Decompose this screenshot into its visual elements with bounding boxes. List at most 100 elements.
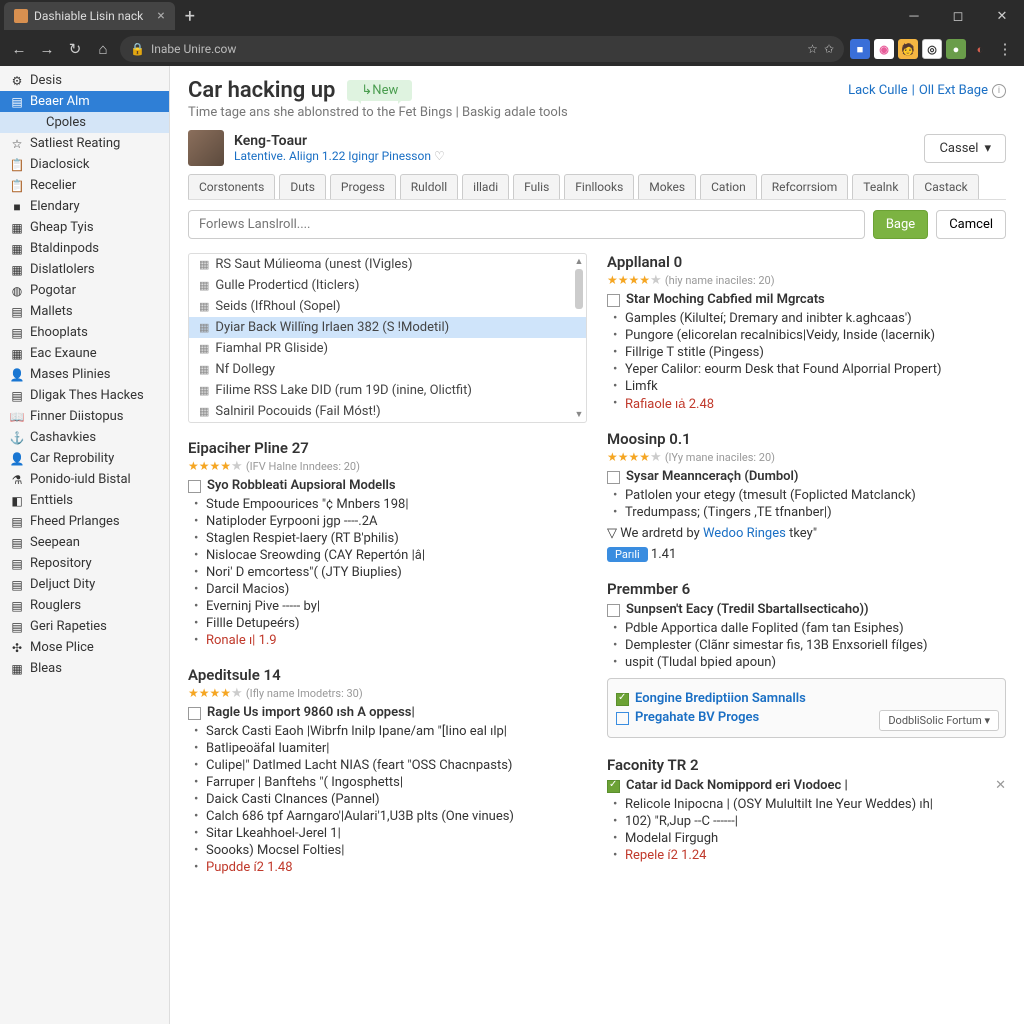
url-bar[interactable]: 🔒 Inabe Unire.cow ☆ ✩ xyxy=(120,36,844,62)
sidebar-item[interactable]: ⚓Cashavkies xyxy=(0,427,169,448)
back-button[interactable]: ← xyxy=(8,40,30,58)
scrollbar[interactable]: ▲ ▼ xyxy=(574,256,584,420)
bookmark-folder-icon[interactable]: ✩ xyxy=(824,42,834,56)
file-item[interactable]: ▦Filime RSS Lake DID (rum 19D (inine, Ol… xyxy=(189,380,586,401)
content-tab[interactable]: Castack xyxy=(913,174,978,199)
sidebar-item[interactable]: ▦Dislatlolers xyxy=(0,259,169,280)
check-row[interactable]: Syo Robbleati Aupsioral Modells xyxy=(188,478,587,493)
content-tab[interactable]: Progess xyxy=(330,174,396,199)
cancel-button[interactable]: Camcel xyxy=(936,210,1006,239)
avatar[interactable] xyxy=(188,130,224,166)
file-item[interactable]: ▦Fiamhal PR Gliside) xyxy=(189,338,586,359)
content-tab[interactable]: Cation xyxy=(700,174,757,199)
file-item[interactable]: ▦Salniril Pocouids (Fail Móst!) xyxy=(189,401,586,422)
reload-button[interactable]: ↻ xyxy=(64,40,86,58)
checkbox[interactable] xyxy=(616,693,629,706)
card-line[interactable]: Pregahate BV Proges xyxy=(635,710,759,725)
ext-icon[interactable]: 🧑 xyxy=(898,39,918,59)
content-tab[interactable]: Corstonents xyxy=(188,174,275,199)
ext-icon[interactable]: ◉ xyxy=(874,39,894,59)
card-line[interactable]: Eongine Brediptiion Samnalls xyxy=(635,691,806,706)
bage-button[interactable]: Bage xyxy=(873,210,928,239)
file-item[interactable]: ▦Gulle Proderticd (Iticlers) xyxy=(189,275,586,296)
sidebar-item[interactable]: ■Elendary xyxy=(0,196,169,217)
sidebar-item[interactable]: ✣Mose Plice xyxy=(0,637,169,658)
cassel-dropdown[interactable]: Cassel▾ xyxy=(924,134,1006,163)
content-tab[interactable]: Fulis xyxy=(513,174,560,199)
filter-input[interactable] xyxy=(188,210,865,239)
file-item[interactable]: ▦Seids (IfRhoul (Sopel) xyxy=(189,296,586,317)
ext-icon[interactable]: ■ xyxy=(850,39,870,59)
close-icon[interactable]: ✕ xyxy=(995,778,1006,793)
sidebar-item[interactable]: ▤Mallets xyxy=(0,301,169,322)
content-tab[interactable]: Refcorrsiom xyxy=(761,174,849,199)
forward-button[interactable]: → xyxy=(36,40,58,58)
ext-icon[interactable]: ◐ xyxy=(970,39,990,59)
content-tab[interactable]: Tealnk xyxy=(852,174,909,199)
file-item[interactable]: ▦Dyiar Back Willïng Irlaen 382 (S !Modet… xyxy=(189,317,586,338)
check-row[interactable]: Ragle Us import 9860 ısh A oppess| xyxy=(188,705,587,720)
checkbox[interactable] xyxy=(188,707,201,720)
sidebar-item[interactable]: 👤Car Reprobility xyxy=(0,448,169,469)
sidebar-item[interactable]: ▦Eac Exaune xyxy=(0,343,169,364)
sidebar-item[interactable]: ▤Deljuct Dity xyxy=(0,574,169,595)
ext-icon[interactable]: ◎ xyxy=(922,39,942,59)
info-icon[interactable]: i xyxy=(992,84,1006,98)
scroll-up-icon[interactable]: ▲ xyxy=(574,256,584,267)
sidebar-item[interactable]: Cpoles xyxy=(0,112,169,133)
close-window-button[interactable]: ✕ xyxy=(980,0,1024,32)
file-item[interactable]: ▦RS Saut Múlieoma (unest (IVigles) xyxy=(189,254,586,275)
checkbox[interactable] xyxy=(607,604,620,617)
link[interactable]: Wedoo Ringes xyxy=(703,526,786,541)
menu-button[interactable]: ⋮ xyxy=(994,40,1016,58)
file-item[interactable]: ▦Nf Dollegy xyxy=(189,359,586,380)
home-button[interactable]: ⌂ xyxy=(92,40,114,58)
checkbox[interactable] xyxy=(607,780,620,793)
sidebar-item[interactable]: 📋Recelier xyxy=(0,175,169,196)
minimize-button[interactable]: ─ xyxy=(892,0,936,32)
close-icon[interactable]: × xyxy=(157,8,164,24)
sidebar[interactable]: ⚙Desis▤Beaer AlmCpoles☆Satliest Reating📋… xyxy=(0,66,170,1024)
sidebar-item[interactable]: ▤Rouglers xyxy=(0,595,169,616)
maximize-button[interactable]: ◻ xyxy=(936,0,980,32)
scroll-down-icon[interactable]: ▼ xyxy=(574,409,584,420)
sidebar-item[interactable]: ◍Pogotar xyxy=(0,280,169,301)
check-row[interactable]: Sysar Meannceraçh (Dumbol) xyxy=(607,469,1006,484)
sidebar-item[interactable]: ▤Seepean xyxy=(0,532,169,553)
sidebar-item[interactable]: ▤Fheed Prlanges xyxy=(0,511,169,532)
content-tab[interactable]: illadi xyxy=(462,174,509,199)
content-tab[interactable]: Mokes xyxy=(638,174,696,199)
browser-tab[interactable]: Dashiable Lisin nack × xyxy=(4,2,175,30)
sidebar-item[interactable]: ▦Gheap Tyis xyxy=(0,217,169,238)
heart-icon[interactable]: ♡ xyxy=(434,149,445,163)
sidebar-item[interactable]: ▤Dligak Thes Hackes xyxy=(0,385,169,406)
checkbox[interactable] xyxy=(607,471,620,484)
check-row[interactable]: Star Moching Cabfied mil Mgrcats xyxy=(607,292,1006,307)
sidebar-item[interactable]: 📖Finner Diistopus xyxy=(0,406,169,427)
ext-icon[interactable]: ● xyxy=(946,39,966,59)
checkbox[interactable] xyxy=(607,294,620,307)
sidebar-item[interactable]: ▤Ehooplats xyxy=(0,322,169,343)
header-link[interactable]: Lack Culle xyxy=(848,83,908,98)
card-dropdown[interactable]: DodbliSolic Fortum ▾ xyxy=(879,710,999,731)
new-tab-button[interactable]: + xyxy=(175,6,205,27)
sidebar-item[interactable]: ▤Geri Rapeties xyxy=(0,616,169,637)
checkbox[interactable] xyxy=(188,480,201,493)
sidebar-item[interactable]: ⚙Desis xyxy=(0,70,169,91)
bookmark-star-icon[interactable]: ☆ xyxy=(807,42,818,56)
sidebar-item[interactable]: ▦Btaldinpods xyxy=(0,238,169,259)
sidebar-item[interactable]: ◧Enttiels xyxy=(0,490,169,511)
sidebar-item[interactable]: ☆Satliest Reating xyxy=(0,133,169,154)
file-list[interactable]: ▲ ▼ ▦RS Saut Múlieoma (unest (IVigles)▦G… xyxy=(188,253,587,423)
sidebar-item[interactable]: ▤Beaer Alm xyxy=(0,91,169,112)
sidebar-item[interactable]: ▦Bleas xyxy=(0,658,169,679)
scroll-thumb[interactable] xyxy=(575,269,583,309)
check-row[interactable]: Sunpsen't Eacy (Tredil Sbartallsecticaho… xyxy=(607,602,1006,617)
sidebar-item[interactable]: 📋Diaclosick xyxy=(0,154,169,175)
check-row[interactable]: Catar id Dack Nomippord eri Vıodoec |✕ xyxy=(607,778,1006,793)
checkbox[interactable] xyxy=(616,712,629,725)
content-tab[interactable]: Ruldoll xyxy=(400,174,458,199)
sidebar-item[interactable]: ⚗Ponido-iuld Bistal xyxy=(0,469,169,490)
sidebar-item[interactable]: 👤Mases Plinies xyxy=(0,364,169,385)
content-tab[interactable]: Finllooks xyxy=(564,174,634,199)
